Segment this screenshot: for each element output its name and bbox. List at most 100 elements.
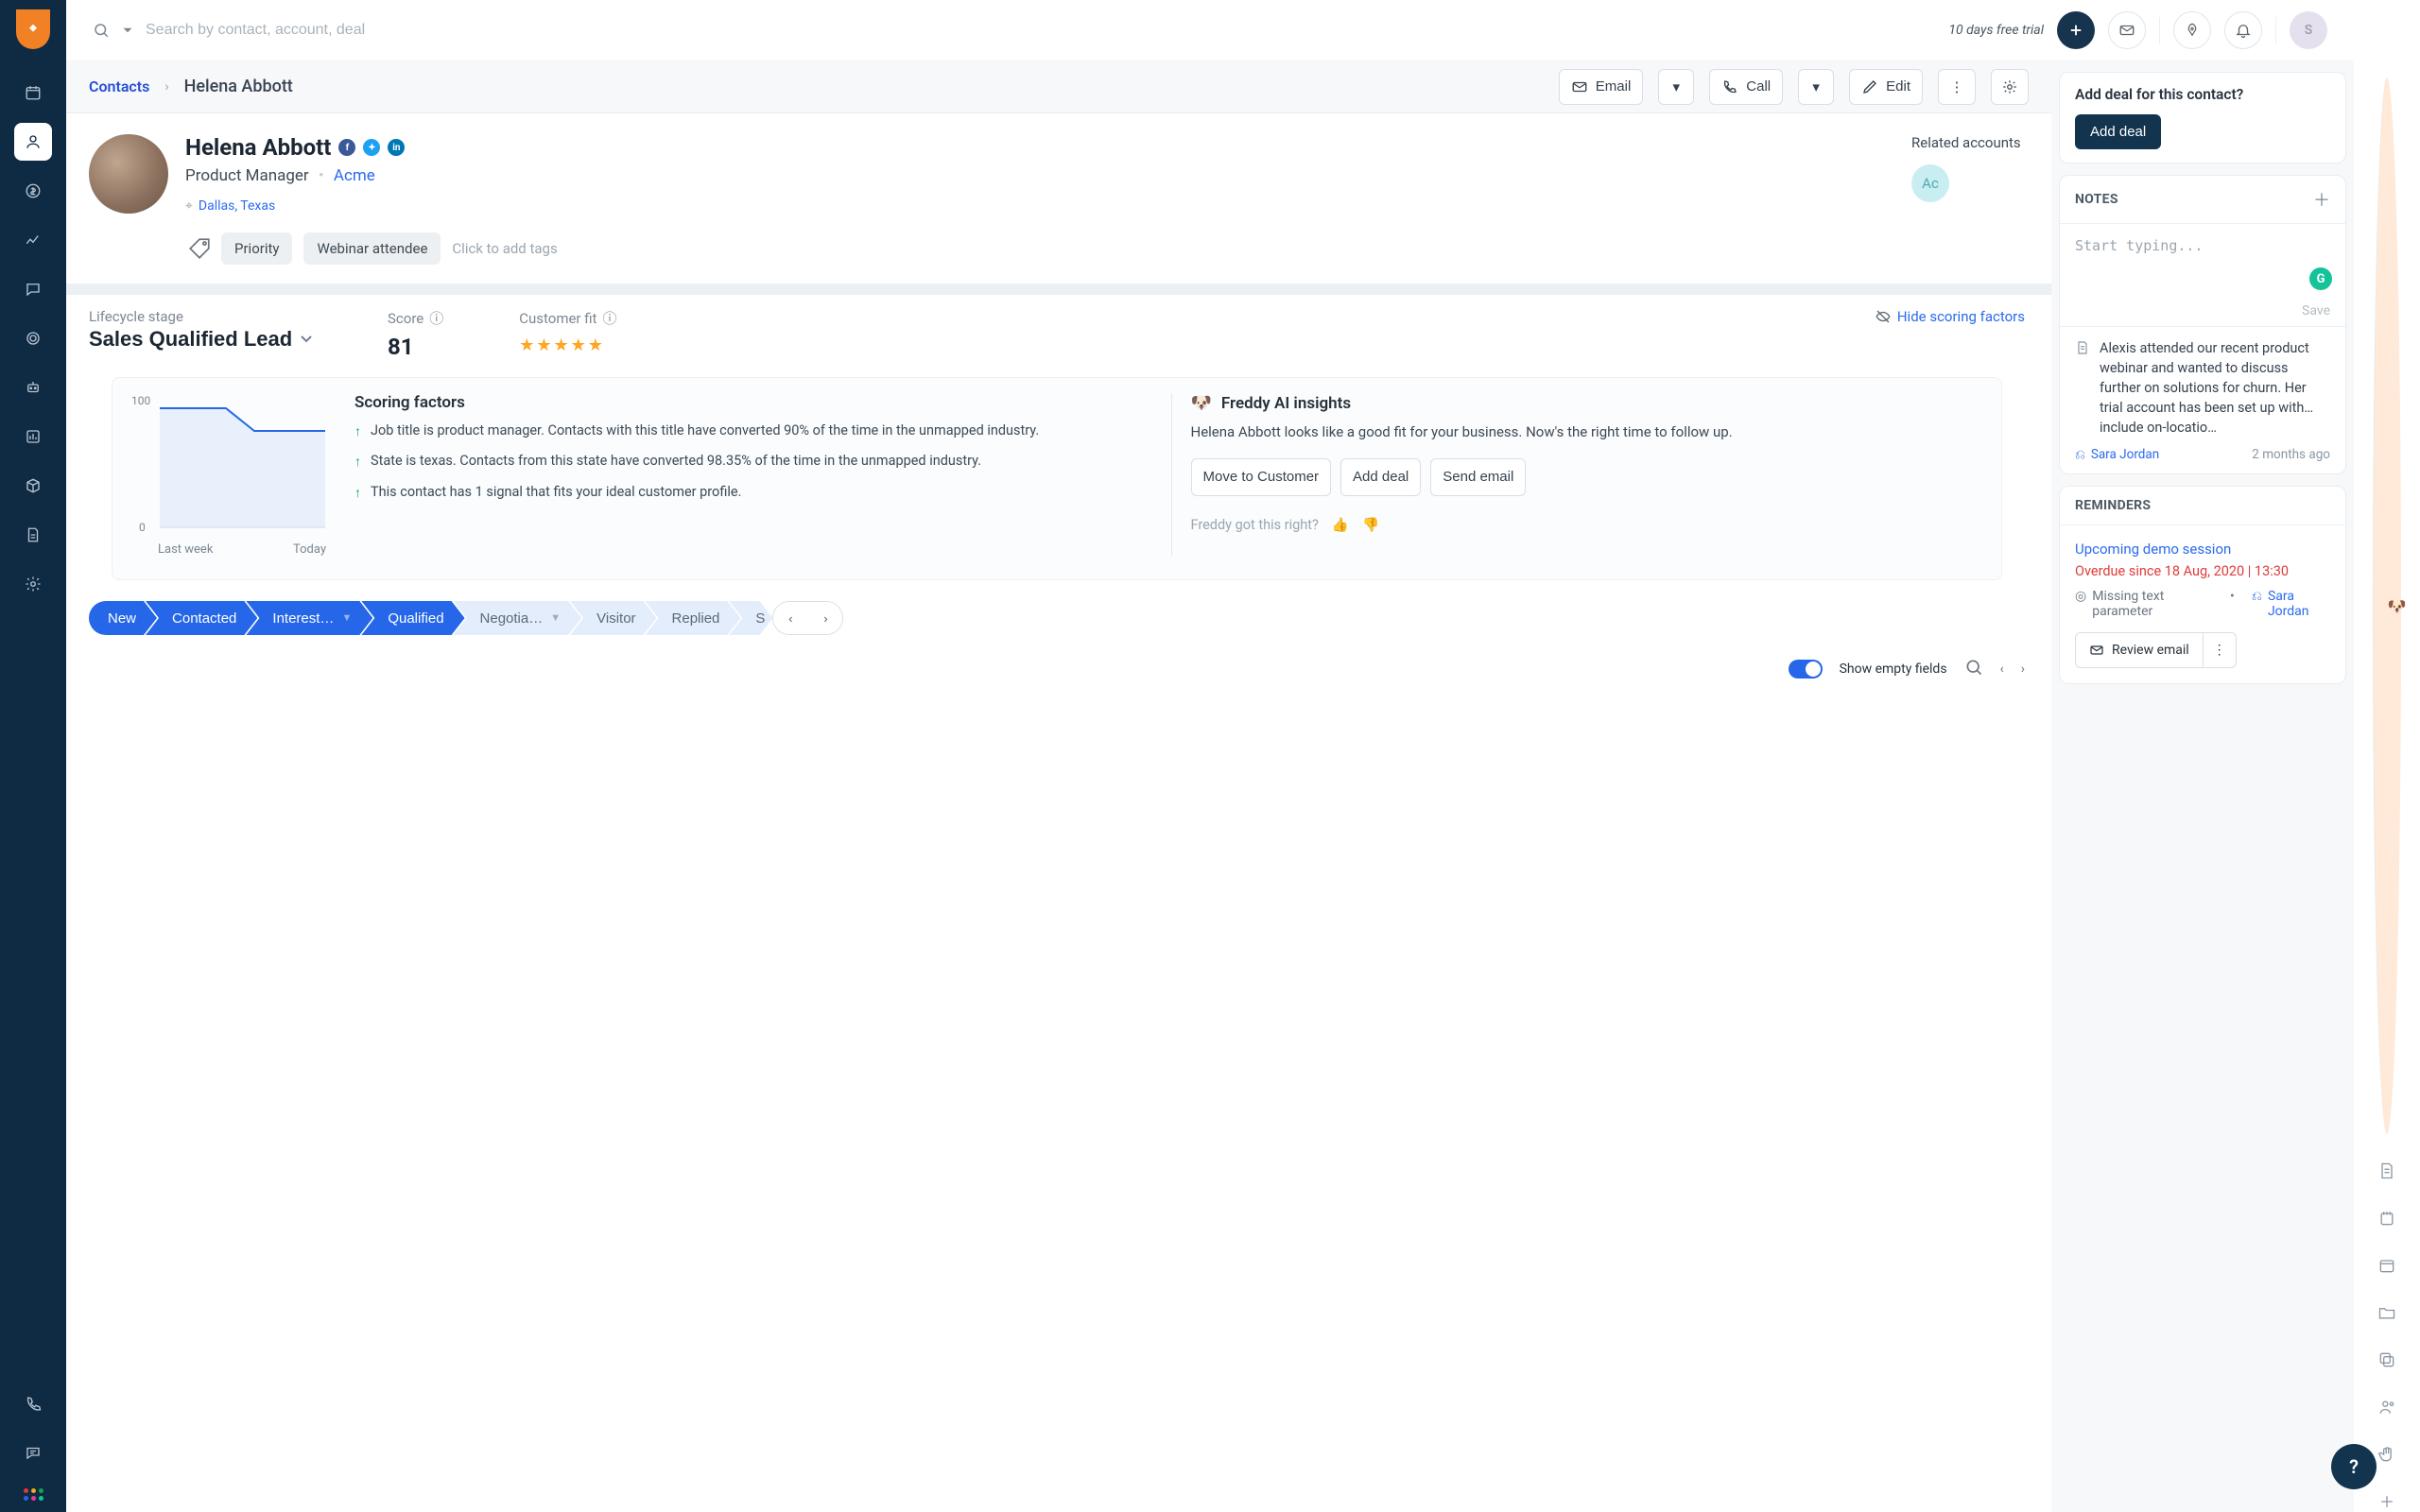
fit-label: Customer fit: [519, 310, 596, 327]
more-button[interactable]: ⋮: [1938, 69, 1976, 105]
stage-interest[interactable]: Interest…▼: [246, 601, 372, 635]
show-empty-toggle[interactable]: [1789, 660, 1823, 679]
thumbs-down-icon[interactable]: 👎: [1362, 517, 1379, 533]
reminder-author[interactable]: Sara Jordan: [2268, 589, 2330, 619]
rr-calendar-icon[interactable]: [2377, 1255, 2397, 1276]
rr-folder-icon[interactable]: [2377, 1302, 2397, 1323]
rocket-icon[interactable]: [2173, 11, 2211, 49]
stage-new[interactable]: New: [89, 601, 157, 635]
note-author[interactable]: Sara Jordan: [2091, 447, 2159, 462]
side-panel: Add deal for this contact? Add deal NOTE…: [2051, 60, 2354, 1512]
nav-deals[interactable]: [14, 172, 52, 210]
nav-settings[interactable]: [14, 565, 52, 603]
rr-copy-icon[interactable]: [2377, 1349, 2397, 1370]
mail-icon[interactable]: [2108, 11, 2146, 49]
show-empty-label: Show empty fields: [1840, 662, 1947, 677]
contact-location[interactable]: ⌖ Dallas, Texas: [185, 198, 1894, 214]
rr-hand-icon[interactable]: [2377, 1444, 2397, 1465]
search-icon[interactable]: [93, 22, 110, 39]
stage-negotiation[interactable]: Negotia…▼: [454, 601, 582, 635]
new-button[interactable]: [2057, 11, 2095, 49]
send-email-button[interactable]: Send email: [1430, 458, 1526, 496]
tag-webinar[interactable]: Webinar attendee: [303, 232, 441, 265]
svg-text:0: 0: [139, 521, 146, 534]
stages-scroll-right[interactable]: ›: [808, 602, 842, 634]
nav-contacts[interactable]: [14, 123, 52, 161]
facebook-icon[interactable]: f: [338, 139, 355, 156]
thumbs-up-icon[interactable]: 👍: [1332, 517, 1349, 533]
stages-scroll-left[interactable]: ‹: [773, 602, 807, 634]
contact-avatar[interactable]: [89, 134, 168, 214]
contact-company[interactable]: Acme: [334, 166, 375, 185]
add-deal-button[interactable]: Add deal: [2075, 114, 2161, 149]
add-tag-input[interactable]: Click to add tags: [452, 240, 557, 257]
org-icon: ⎌: [2252, 589, 2262, 619]
factor-1: Job title is product manager. Contacts w…: [371, 421, 1039, 440]
nav-bot[interactable]: [14, 369, 52, 406]
breadcrumb-root[interactable]: Contacts: [89, 77, 149, 95]
footer-prev-icon[interactable]: ‹: [2000, 662, 2004, 677]
nav-package[interactable]: [14, 467, 52, 505]
rr-user-icon[interactable]: [2377, 1397, 2397, 1418]
app-logo[interactable]: [16, 9, 50, 49]
nav-goals[interactable]: [14, 319, 52, 357]
nav-calendar[interactable]: [14, 74, 52, 112]
reminder-title[interactable]: Upcoming demo session: [2075, 541, 2330, 558]
add-note-icon[interactable]: ＋: [2313, 187, 2330, 212]
lifecycle-select[interactable]: Sales Qualified Lead: [89, 327, 312, 351]
stage-contacted[interactable]: Contacted: [146, 601, 257, 635]
deal-question: Add deal for this contact?: [2075, 86, 2330, 103]
call-dropdown[interactable]: ▾: [1798, 69, 1834, 105]
chart-x-right: Today: [293, 542, 326, 557]
footer-next-icon[interactable]: ›: [2021, 662, 2025, 677]
bell-icon[interactable]: [2224, 11, 2262, 49]
search-input[interactable]: [146, 22, 543, 39]
info-icon[interactable]: ⓘ: [429, 308, 443, 328]
reminders-heading: REMINDERS: [2075, 498, 2151, 513]
breadcrumb-bar: Contacts › Helena Abbott Email ▾ Call ▾ …: [66, 60, 2051, 113]
nav-analytics[interactable]: [14, 221, 52, 259]
twitter-icon[interactable]: ✦: [363, 139, 380, 156]
notes-heading: NOTES: [2075, 192, 2118, 207]
hide-scoring-link[interactable]: Hide scoring factors: [1875, 308, 2025, 325]
review-email-more[interactable]: ⋮: [2204, 633, 2236, 667]
freddy-add-deal-button[interactable]: Add deal: [1340, 458, 1421, 496]
nav-phone[interactable]: [14, 1384, 52, 1422]
linkedin-icon[interactable]: in: [388, 139, 405, 156]
rr-plus-icon[interactable]: [2377, 1491, 2397, 1512]
email-button[interactable]: Email: [1559, 69, 1644, 105]
call-button[interactable]: Call: [1709, 69, 1783, 105]
review-email-button[interactable]: Review email: [2076, 633, 2204, 667]
contact-role: Product Manager: [185, 166, 309, 185]
lifecycle-label: Lifecycle stage: [89, 308, 312, 325]
notes-input[interactable]: [2075, 237, 2330, 286]
edit-button[interactable]: Edit: [1849, 69, 1923, 105]
view-settings-button[interactable]: [1991, 69, 2029, 105]
help-button[interactable]: ?: [2331, 1444, 2377, 1489]
footer-search-icon[interactable]: [1964, 658, 1983, 680]
stage-visitor[interactable]: Visitor: [570, 601, 656, 635]
user-avatar[interactable]: S: [2290, 11, 2327, 49]
stage-qualified[interactable]: Qualified: [361, 601, 464, 635]
grammarly-icon[interactable]: G: [2309, 267, 2332, 290]
notes-save[interactable]: Save: [2060, 300, 2345, 326]
email-dropdown[interactable]: ▾: [1658, 69, 1694, 105]
nav-doc[interactable]: [14, 516, 52, 554]
search-scope-dropdown-icon[interactable]: [119, 22, 136, 39]
related-account-badge[interactable]: Ac: [1911, 164, 1949, 202]
rr-doc-icon[interactable]: [2377, 1160, 2397, 1181]
note-text: Alexis attended our recent product webin…: [2100, 338, 2330, 438]
info-icon[interactable]: ⓘ: [602, 308, 616, 328]
stage-replied[interactable]: Replied: [646, 601, 741, 635]
rr-note-icon[interactable]: [2377, 1208, 2397, 1228]
nav-reports[interactable]: [14, 418, 52, 455]
factor-3: This contact has 1 signal that fits your…: [371, 483, 741, 502]
nav-message[interactable]: [14, 1434, 52, 1471]
email-label: Email: [1596, 78, 1632, 94]
nav-chat[interactable]: [14, 270, 52, 308]
freddy-icon: 🐶: [1191, 393, 1212, 413]
rr-freddy-icon[interactable]: 🐶: [2373, 77, 2401, 1134]
tag-priority[interactable]: Priority: [221, 232, 292, 265]
nav-apps-icon[interactable]: [22, 1488, 44, 1501]
move-customer-button[interactable]: Move to Customer: [1191, 458, 1332, 496]
